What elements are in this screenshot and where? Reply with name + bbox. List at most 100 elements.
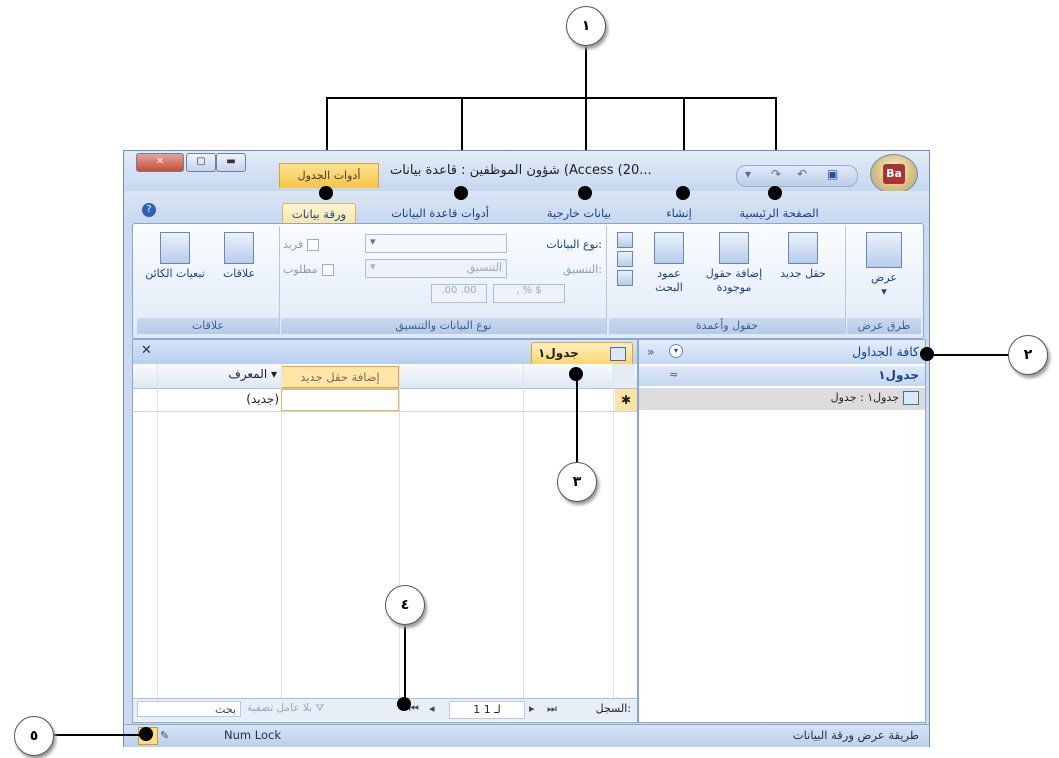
format-dropdown[interactable]: ▾ التنسيق bbox=[365, 259, 507, 278]
next-record-button[interactable]: ▸ bbox=[529, 702, 535, 715]
nav-item-table1[interactable]: جدول١ : جدول bbox=[639, 388, 925, 410]
nav-pane-header[interactable]: » ▾ كافة الجداول bbox=[639, 340, 925, 364]
document-tab-bar: ✕ جدول١ bbox=[133, 340, 637, 365]
help-icon[interactable]: ? bbox=[142, 203, 156, 217]
ribbon: تبعيات الكائن علاقات علاقات نوع البيانات… bbox=[132, 223, 924, 339]
tab-create[interactable]: إنشاء bbox=[654, 203, 704, 223]
callout-1-target bbox=[676, 186, 690, 200]
callout-5-line bbox=[50, 734, 146, 736]
callout-4-line bbox=[404, 622, 406, 704]
group-fields-columns: عمود البحث إضافة حقول موجودة حقل جديد حق… bbox=[609, 226, 846, 334]
grid-line bbox=[157, 364, 158, 698]
record-navigation-bar: بحث بلا عامل تصفية ⛛ ⏮ ◂ 1 لـ 1 ▸ ⏭ السج… bbox=[133, 698, 637, 721]
access-window: ✕ ▢ ▬ أدوات الجدول شؤون الموظفين : قاعدة… bbox=[123, 150, 930, 747]
unique-checkbox[interactable]: فريد bbox=[283, 238, 320, 251]
collapse-icon: ≈ bbox=[669, 368, 679, 381]
select-all-corner[interactable] bbox=[613, 364, 635, 388]
close-document-icon[interactable]: ✕ bbox=[141, 343, 152, 358]
new-record-id-cell[interactable]: (جديد) bbox=[159, 392, 279, 406]
callout-1-bracket bbox=[326, 97, 776, 99]
callout-1-stem bbox=[585, 40, 587, 98]
callout-3-line bbox=[576, 375, 578, 465]
redo-icon[interactable]: ↷ bbox=[771, 167, 781, 181]
group-label: طرق عرض bbox=[847, 318, 921, 334]
save-icon[interactable]: ▣ bbox=[827, 167, 838, 181]
grid-line bbox=[613, 364, 614, 698]
add-existing-fields-button[interactable]: إضافة حقول موجودة bbox=[699, 232, 769, 295]
no-filter-button[interactable]: بلا عامل تصفية ⛛ bbox=[247, 702, 324, 715]
quick-access-toolbar: ▾ ↷ ↶ ▣ bbox=[736, 165, 858, 187]
column-header-add-field[interactable]: إضافة حقل جديد bbox=[281, 366, 399, 388]
document-tab-table1[interactable]: جدول١ bbox=[531, 342, 633, 365]
undo-icon[interactable]: ↶ bbox=[797, 167, 807, 181]
group-label: حقول وأعمدة bbox=[609, 318, 845, 334]
callout-2: ٢ bbox=[1008, 335, 1048, 375]
group-label: نوع البيانات والتنسيق bbox=[281, 318, 606, 334]
status-text: طريقة عرض ورقة البيانات bbox=[792, 728, 919, 742]
lookup-column-button[interactable]: عمود البحث bbox=[643, 232, 695, 295]
new-field-cell[interactable] bbox=[281, 389, 399, 411]
new-field-button[interactable]: حقل جديد bbox=[773, 232, 833, 281]
callout-1-target bbox=[768, 186, 782, 200]
column-tools[interactable] bbox=[613, 232, 637, 289]
minimize-button[interactable]: ▬ bbox=[216, 153, 246, 172]
shutter-bar-icon[interactable]: » bbox=[647, 344, 655, 359]
navigation-pane: » ▾ كافة الجداول ≈ جدول١ جدول١ : جدول bbox=[638, 339, 926, 723]
callout-3: ٣ bbox=[557, 462, 597, 502]
callout-3-target bbox=[569, 367, 583, 381]
window-title: شؤون الموظفين : قاعدة بيانات (Access (20… bbox=[390, 163, 652, 178]
design-view-icon bbox=[866, 232, 902, 268]
office-button[interactable]: Ba bbox=[870, 154, 918, 194]
view-button[interactable]: عرض ▾ bbox=[855, 232, 913, 299]
dependencies-icon bbox=[160, 232, 190, 264]
group-relationships: تبعيات الكائن علاقات علاقات bbox=[137, 226, 280, 334]
nav-menu-dropdown-icon[interactable]: ▾ bbox=[669, 344, 683, 358]
decimal-buttons[interactable]: .00 .00 bbox=[431, 284, 487, 303]
callout-1: ١ bbox=[566, 6, 606, 46]
record-label: السجل: bbox=[595, 702, 631, 715]
maximize-button[interactable]: ▢ bbox=[186, 153, 216, 172]
table-icon bbox=[903, 391, 919, 405]
add-existing-fields-icon bbox=[719, 232, 749, 264]
table-row: (جديد) ✱ bbox=[133, 389, 637, 412]
tab-datasheet[interactable]: ورقة بيانات bbox=[282, 203, 356, 224]
callout-5-target bbox=[139, 727, 153, 741]
required-checkbox[interactable]: مطلوب bbox=[283, 263, 334, 276]
new-record-selector[interactable]: ✱ bbox=[615, 389, 637, 411]
new-field-icon bbox=[788, 232, 818, 264]
design-view-icon[interactable]: ✎ bbox=[160, 729, 169, 742]
callout-2-line bbox=[929, 354, 1009, 356]
number-format-buttons[interactable]: , % $ bbox=[493, 284, 565, 303]
grid-line bbox=[281, 364, 282, 698]
group-label: علاقات bbox=[137, 318, 279, 334]
title-bar: ✕ ▢ ▬ أدوات الجدول شؤون الموظفين : قاعدة… bbox=[124, 151, 929, 194]
group-views: عرض ▾ طرق عرض bbox=[847, 226, 921, 334]
lookup-column-icon bbox=[654, 232, 684, 264]
tab-external-data[interactable]: بيانات خارجية bbox=[534, 203, 624, 223]
previous-record-button[interactable]: ◂ bbox=[429, 702, 435, 715]
tab-home[interactable]: الصفحة الرئيسية bbox=[729, 203, 829, 223]
callout-1-target bbox=[578, 186, 592, 200]
callout-2-target bbox=[920, 347, 934, 361]
format-label: التنسيق: bbox=[562, 263, 602, 276]
callout-1-target bbox=[319, 186, 333, 200]
column-header-id[interactable]: المعرف ▾ bbox=[157, 367, 277, 385]
dropdown-icon[interactable]: ▾ bbox=[745, 167, 751, 181]
contextual-tab-table-tools: أدوات الجدول bbox=[279, 163, 379, 188]
callout-4-target bbox=[397, 697, 411, 711]
datatype-label: نوع البيانات: bbox=[546, 238, 602, 251]
search-box[interactable]: بحث bbox=[137, 701, 241, 717]
record-position-field[interactable]: 1 لـ 1 bbox=[449, 701, 525, 719]
delete-column-icon bbox=[617, 251, 633, 267]
relationships-button[interactable]: علاقات bbox=[209, 232, 269, 281]
close-window-button[interactable]: ✕ bbox=[136, 153, 184, 172]
nav-group-table1[interactable]: ≈ جدول١ bbox=[639, 366, 925, 386]
last-record-button[interactable]: ⏭ bbox=[547, 702, 557, 716]
nav-pane-title: كافة الجداول bbox=[852, 344, 919, 359]
datatype-dropdown[interactable]: ▾ bbox=[365, 234, 507, 253]
object-dependencies-button[interactable]: تبعيات الكائن bbox=[143, 232, 207, 281]
tab-database-tools[interactable]: أدوات قاعدة البيانات bbox=[382, 203, 498, 223]
relationships-icon bbox=[224, 232, 254, 264]
filter-icon: ⛛ bbox=[315, 702, 325, 714]
table-icon bbox=[610, 347, 626, 361]
